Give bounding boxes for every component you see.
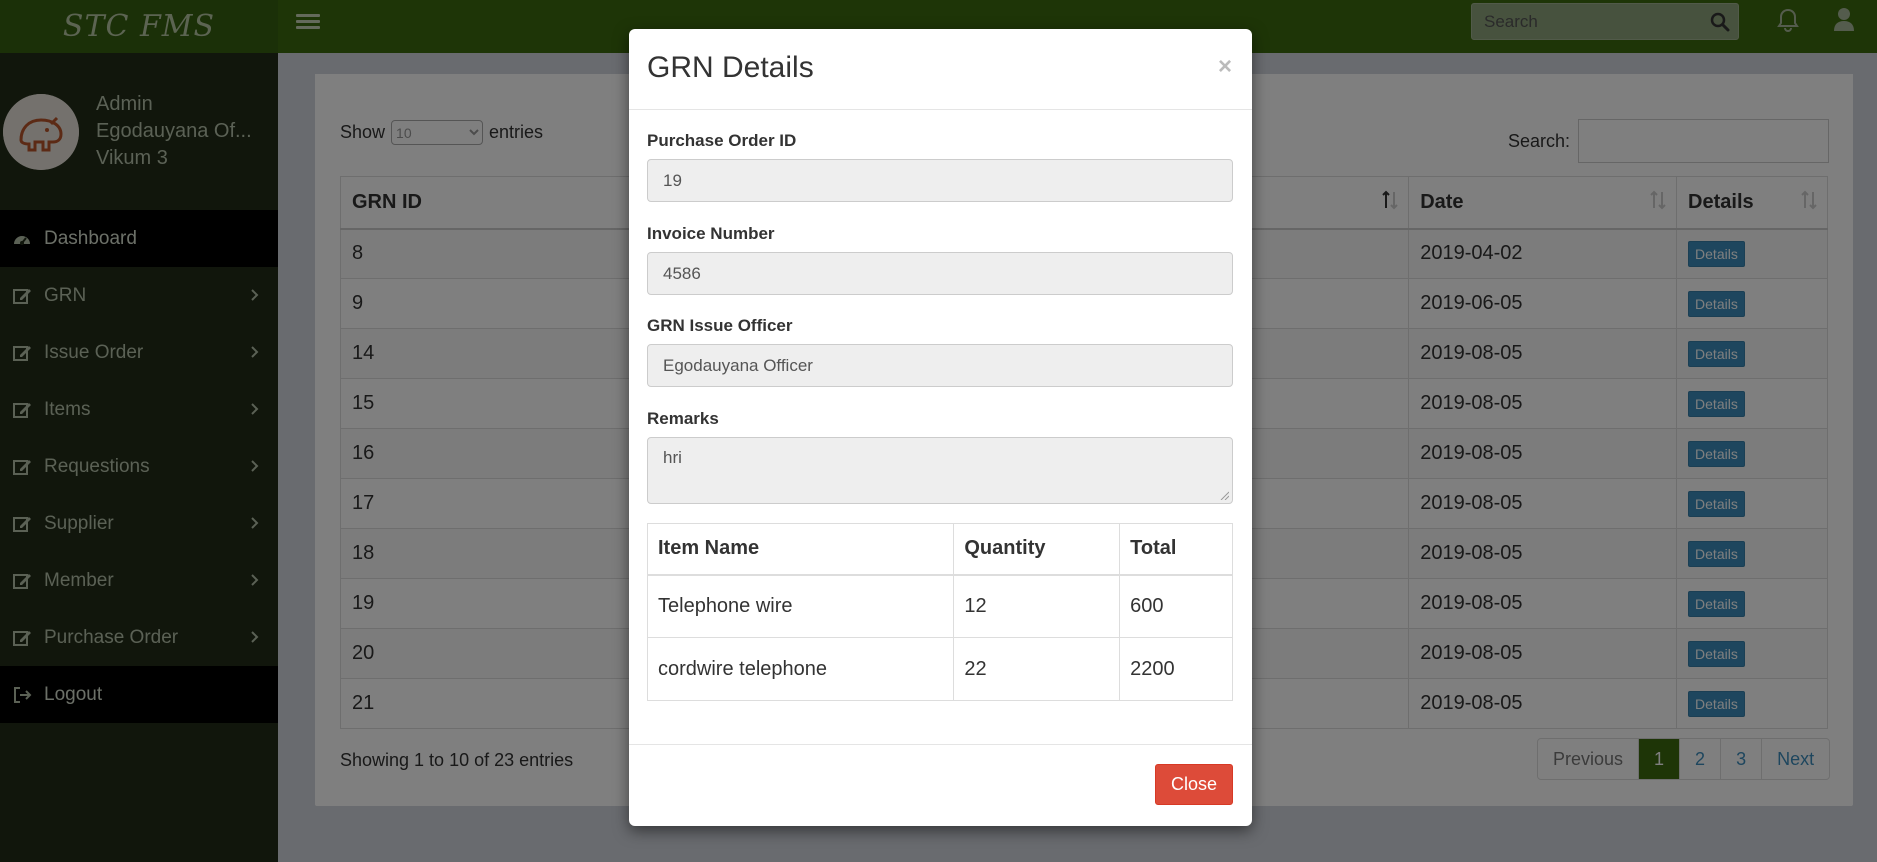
item-row: cordwire telephone 22 2200 xyxy=(646,637,1233,701)
remarks-field[interactable]: hri xyxy=(647,437,1233,504)
close-icon[interactable]: × xyxy=(1218,55,1232,79)
item-total-cell: 600 xyxy=(1119,574,1233,638)
invoice-field[interactable]: 4586 xyxy=(647,252,1233,295)
close-button[interactable]: Close xyxy=(1155,764,1233,805)
officer-label: GRN Issue Officer xyxy=(647,316,793,335)
item-quantity-cell: 12 xyxy=(953,574,1121,638)
item-row: Telephone wire 12 600 xyxy=(646,574,1233,638)
modal-footer: Close xyxy=(629,744,1252,826)
grn-items-table: Item Name Quantity Total Telephone wire 1… xyxy=(646,523,1233,701)
items-col-quantity: Quantity xyxy=(953,523,1121,576)
modal-title: GRN Details xyxy=(647,51,814,84)
item-name-cell: Telephone wire xyxy=(646,574,955,638)
invoice-label: Invoice Number xyxy=(647,224,775,243)
po-id-label: Purchase Order ID xyxy=(647,131,797,150)
item-name-cell: cordwire telephone xyxy=(646,637,955,701)
remarks-text: hri xyxy=(663,448,682,467)
remarks-label: Remarks xyxy=(647,409,719,428)
items-col-total: Total xyxy=(1119,523,1233,576)
po-id-field[interactable]: 19 xyxy=(647,159,1233,202)
items-header-row: Item Name Quantity Total xyxy=(646,523,1233,576)
item-total-cell: 2200 xyxy=(1119,637,1233,701)
item-quantity-cell: 22 xyxy=(953,637,1121,701)
officer-field[interactable]: Egodauyana Officer xyxy=(647,344,1233,387)
modal-header: GRN Details × xyxy=(629,29,1252,110)
grn-details-modal: GRN Details × Purchase Order ID 19 Invoi… xyxy=(629,29,1252,826)
resize-handle-icon[interactable] xyxy=(1219,490,1229,500)
items-col-name: Item Name xyxy=(646,523,955,576)
